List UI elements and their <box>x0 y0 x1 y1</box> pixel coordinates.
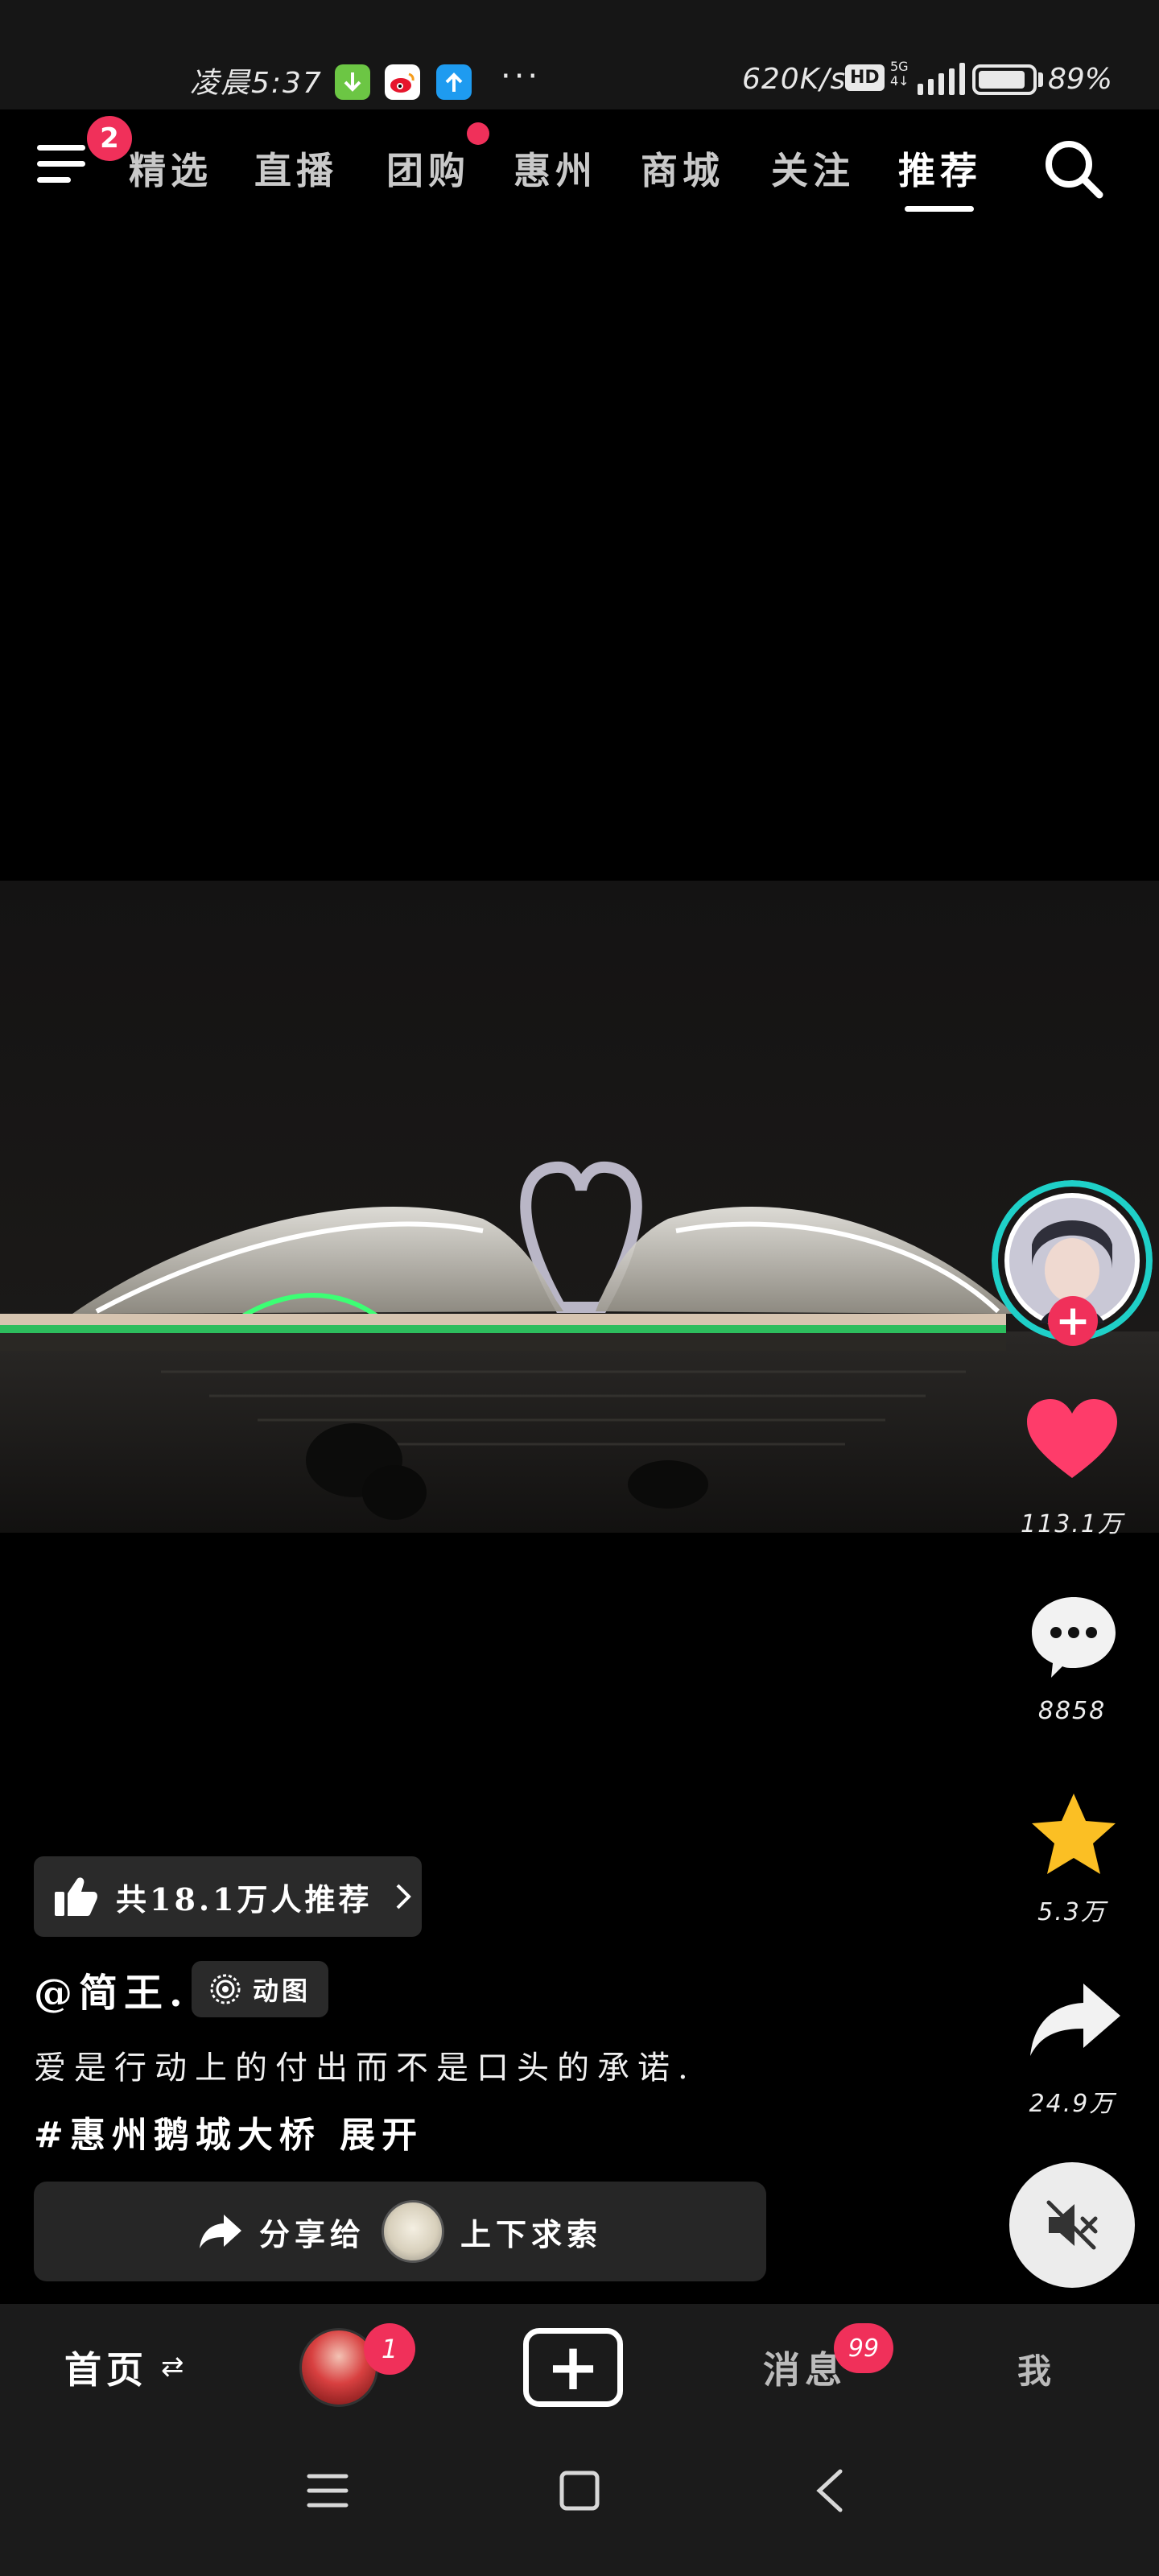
home-switch-icon[interactable]: ⇄ <box>161 2351 184 2383</box>
tab-recommend[interactable]: 推荐 <box>898 142 982 195</box>
back-icon[interactable] <box>811 2468 850 2513</box>
follow-button[interactable]: + <box>1048 1296 1098 1346</box>
like-icon[interactable] <box>1025 1397 1119 1481</box>
author-name[interactable]: @简王. <box>34 1961 189 2017</box>
signal-icon <box>918 63 965 95</box>
tab-following[interactable]: 关注 <box>771 142 855 195</box>
tab-live[interactable]: 直播 <box>254 142 338 195</box>
share-prefix: 分享给 <box>258 2215 365 2252</box>
top-nav: 2 精选 直播 团购 惠州 商城 关注 推荐 <box>0 109 1159 222</box>
chevron-right-icon <box>396 1884 411 1909</box>
comment-icon[interactable] <box>1029 1594 1119 1681</box>
share-target: 上下求索 <box>460 2215 603 2252</box>
friends-badge: 1 <box>364 2323 415 2375</box>
download-app-icon <box>335 64 370 100</box>
hd-badge: HD <box>845 64 885 91</box>
tab-me[interactable]: 我 <box>1017 2344 1051 2393</box>
share-to-friend-bar[interactable]: 分享给 上下求索 <box>34 2182 766 2281</box>
group-buy-dot <box>467 122 489 145</box>
mute-button[interactable] <box>1009 2162 1135 2288</box>
messages-badge: 99 <box>834 2323 893 2373</box>
share-arrow-icon <box>199 2215 241 2248</box>
active-tab-indicator <box>905 206 974 212</box>
weibo-icon <box>385 64 420 100</box>
battery-icon <box>972 64 1037 95</box>
battery-percent: 89% <box>1048 63 1113 96</box>
status-time: 凌晨5:37 <box>190 67 323 100</box>
like-count: 113.1万 <box>1021 1510 1124 1538</box>
network-type: 5G 4↓ <box>890 59 909 89</box>
gif-label: 动图 <box>253 1975 311 2006</box>
tab-huizhou[interactable]: 惠州 <box>514 142 597 195</box>
recent-apps-icon[interactable] <box>304 2468 351 2513</box>
status-bar: 凌晨5:37 ··· 620K/s HD 5G 4↓ 89% <box>0 0 1159 109</box>
bridge-night-scene <box>0 881 1159 1533</box>
network-speed: 620K/s <box>742 63 847 96</box>
speaker-muted-icon <box>1046 2200 1098 2250</box>
more-notifications-icon: ··· <box>501 58 542 95</box>
upload-app-icon <box>436 64 472 100</box>
favorite-star-icon[interactable] <box>1027 1790 1120 1879</box>
gif-icon <box>210 1974 241 2004</box>
comment-count: 8858 <box>1037 1697 1107 1725</box>
favorite-count: 5.3万 <box>1037 1898 1107 1926</box>
search-button[interactable] <box>1038 134 1111 206</box>
tab-featured[interactable]: 精选 <box>129 142 212 195</box>
post-caption: 爱是行动上的付出而不是口头的承诺. <box>34 2050 696 2087</box>
battery-cap <box>1038 72 1043 87</box>
post-hashtag[interactable]: #惠州鹅城大桥 展开 <box>34 2106 423 2157</box>
video-player[interactable] <box>0 881 1159 1533</box>
tab-mall[interactable]: 商城 <box>641 142 724 195</box>
share-arrow-icon[interactable] <box>1027 1980 1124 2061</box>
search-icon <box>1046 141 1103 199</box>
create-post-button[interactable]: + <box>523 2328 623 2407</box>
share-count: 24.9万 <box>1029 2090 1116 2118</box>
friend-avatar <box>382 2200 444 2263</box>
bottom-tab-bar: 首页 ⇄ 1 + 消息 99 我 <box>0 2304 1159 2433</box>
home-square-icon[interactable] <box>557 2468 602 2513</box>
thumbs-up-icon <box>55 1877 97 1916</box>
recommend-text: 共18.1万人推荐 <box>116 1880 373 1918</box>
menu-button[interactable] <box>37 145 93 193</box>
app-screen: 凌晨5:37 ··· 620K/s HD 5G 4↓ 89% 2 精选 直播 团购… <box>0 0 1159 2576</box>
gif-chip[interactable]: 动图 <box>192 1961 329 2017</box>
system-nav-bar <box>0 2433 1159 2576</box>
tab-home[interactable]: 首页 <box>64 2341 148 2394</box>
tab-group-buy[interactable]: 团购 <box>386 142 470 195</box>
menu-badge: 2 <box>87 116 132 161</box>
recommend-chip[interactable]: 共18.1万人推荐 <box>34 1856 422 1937</box>
